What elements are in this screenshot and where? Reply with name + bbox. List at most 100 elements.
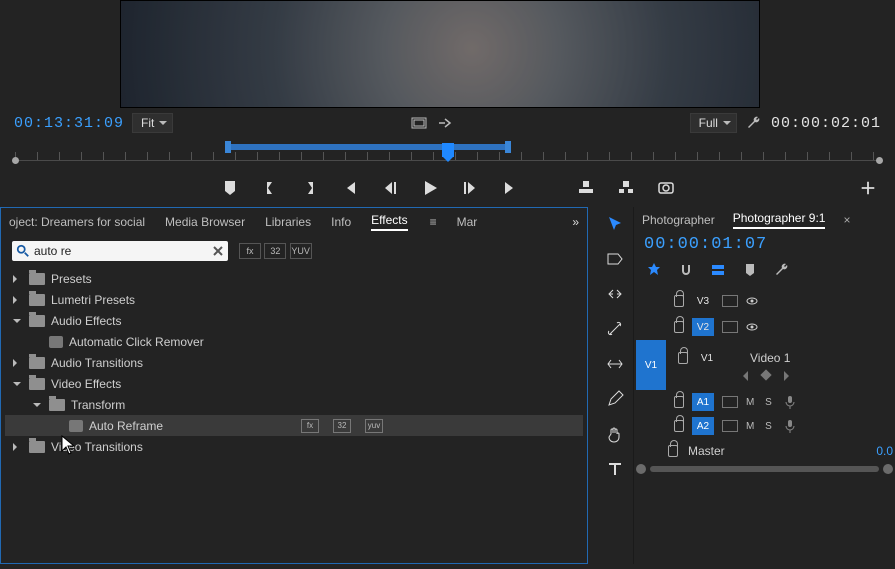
expand-arrow-icon[interactable]: [11, 293, 23, 307]
keyframe-diamond-icon[interactable]: [760, 369, 771, 380]
tree-item[interactable]: Presets: [5, 268, 583, 289]
search-input[interactable]: [30, 244, 212, 258]
nest-sequence-icon[interactable]: [646, 262, 662, 278]
play-icon[interactable]: [421, 179, 439, 197]
clear-search-icon[interactable]: [212, 245, 224, 257]
mute-solo[interactable]: M S: [746, 421, 776, 432]
button-editor-icon[interactable]: [859, 179, 877, 197]
type-tool-icon[interactable]: [606, 460, 624, 481]
sync-lock-icon[interactable]: [722, 295, 738, 307]
ripple-edit-tool-icon[interactable]: [606, 285, 624, 306]
expand-arrow-icon[interactable]: [11, 377, 23, 391]
mute-solo[interactable]: M S: [746, 397, 776, 408]
tree-item[interactable]: Automatic Click Remover: [5, 331, 583, 352]
add-marker-icon[interactable]: [221, 179, 239, 197]
go-to-out-icon[interactable]: [501, 179, 519, 197]
expand-arrow-icon[interactable]: [11, 272, 23, 286]
track-select-tool-icon[interactable]: [606, 250, 624, 271]
video-track-header[interactable]: V3: [636, 288, 893, 314]
expand-arrow-icon[interactable]: [11, 356, 23, 370]
resolution-dropdown[interactable]: Full: [690, 113, 737, 133]
master-value[interactable]: 0.0: [876, 444, 893, 458]
extract-icon[interactable]: [617, 179, 635, 197]
tabs-overflow-icon[interactable]: »: [572, 215, 579, 229]
toggle-track-output-icon[interactable]: [746, 321, 758, 333]
lock-icon[interactable]: [668, 445, 678, 457]
mark-in-icon[interactable]: [261, 179, 279, 197]
slip-tool-icon[interactable]: [606, 355, 624, 376]
sequence-tab[interactable]: Photographer 9:1: [733, 211, 826, 229]
timeline-timecode[interactable]: 00:00:01:07: [644, 235, 767, 254]
tree-item[interactable]: Auto Reframefx32yuv: [5, 415, 583, 436]
mark-out-icon[interactable]: [301, 179, 319, 197]
razor-tool-icon[interactable]: [606, 320, 624, 341]
v1-target[interactable]: V1: [696, 349, 718, 367]
effects-tree[interactable]: PresetsLumetri PresetsAudio EffectsAutom…: [1, 266, 587, 563]
toggle-track-output-icon[interactable]: [746, 295, 758, 307]
lock-icon[interactable]: [674, 295, 684, 307]
lock-icon[interactable]: [678, 352, 688, 364]
playhead-icon[interactable]: [442, 143, 454, 157]
step-back-icon[interactable]: [381, 179, 399, 197]
lock-icon[interactable]: [674, 396, 684, 408]
filter-chip-32[interactable]: 32: [264, 243, 286, 259]
tab-info[interactable]: Info: [331, 215, 351, 229]
tab-libraries[interactable]: Libraries: [265, 215, 311, 229]
tree-item[interactable]: Video Effects: [5, 373, 583, 394]
linked-selection-icon[interactable]: [710, 262, 726, 278]
next-keyframe-icon[interactable]: [784, 371, 794, 381]
selection-tool-icon[interactable]: [606, 215, 624, 236]
tab-effects[interactable]: Effects: [371, 213, 407, 231]
program-timecode[interactable]: 00:00:02:01: [771, 115, 881, 132]
tree-item[interactable]: Lumetri Presets: [5, 289, 583, 310]
add-marker-timeline-icon[interactable]: [742, 262, 758, 278]
tab-oject-dreamers-for-social[interactable]: oject: Dreamers for social: [9, 215, 145, 229]
sequence-tab[interactable]: Photographer: [642, 213, 715, 227]
filter-chip-YUV[interactable]: YUV: [290, 243, 312, 259]
go-to-in-icon[interactable]: [341, 179, 359, 197]
monitor-timeline-ruler[interactable]: [0, 138, 895, 173]
track-target[interactable]: V3: [692, 292, 714, 310]
source-timecode[interactable]: 00:13:31:09: [14, 115, 124, 132]
tree-item[interactable]: Audio Transitions: [5, 352, 583, 373]
audio-track-header[interactable]: A2 M S: [636, 414, 893, 438]
work-area-bar[interactable]: [228, 144, 508, 150]
voiceover-mic-icon[interactable]: [784, 395, 796, 409]
output-icon[interactable]: [436, 114, 454, 132]
pen-tool-icon[interactable]: [606, 390, 624, 411]
sync-lock-icon[interactable]: [722, 420, 738, 432]
filter-chip-fx[interactable]: fx: [239, 243, 261, 259]
lock-icon[interactable]: [674, 321, 684, 333]
expand-arrow-icon[interactable]: [31, 398, 43, 412]
panel-menu-icon[interactable]: ≡: [430, 215, 437, 229]
timeline-hscroll[interactable]: [636, 462, 893, 476]
settings-wrench-icon[interactable]: [745, 114, 763, 132]
tree-item[interactable]: Video Transitions: [5, 436, 583, 457]
step-forward-icon[interactable]: [461, 179, 479, 197]
snap-icon[interactable]: [678, 262, 694, 278]
close-tab-icon[interactable]: ×: [843, 213, 850, 227]
v1-source-patch[interactable]: V1: [636, 340, 666, 390]
tree-item[interactable]: Transform: [5, 394, 583, 415]
prev-keyframe-icon[interactable]: [738, 371, 748, 381]
sync-lock-icon[interactable]: [722, 321, 738, 333]
tab-mar[interactable]: Mar: [457, 215, 478, 229]
track-target[interactable]: A1: [692, 393, 714, 411]
video-track-header[interactable]: V2: [636, 314, 893, 340]
tab-media-browser[interactable]: Media Browser: [165, 215, 245, 229]
effects-search[interactable]: [11, 240, 229, 262]
track-target[interactable]: V2: [692, 318, 714, 336]
voiceover-mic-icon[interactable]: [784, 419, 796, 433]
zoom-dropdown[interactable]: Fit: [132, 113, 173, 133]
expand-arrow-icon[interactable]: [11, 440, 23, 454]
track-target[interactable]: A2: [692, 417, 714, 435]
export-frame-icon[interactable]: [657, 179, 675, 197]
safe-margins-icon[interactable]: [410, 114, 428, 132]
lift-icon[interactable]: [577, 179, 595, 197]
lock-icon[interactable]: [674, 420, 684, 432]
tree-item[interactable]: Audio Effects: [5, 310, 583, 331]
hand-tool-icon[interactable]: [606, 425, 624, 446]
sync-lock-icon[interactable]: [722, 396, 738, 408]
audio-track-header[interactable]: A1 M S: [636, 390, 893, 414]
expand-arrow-icon[interactable]: [11, 314, 23, 328]
